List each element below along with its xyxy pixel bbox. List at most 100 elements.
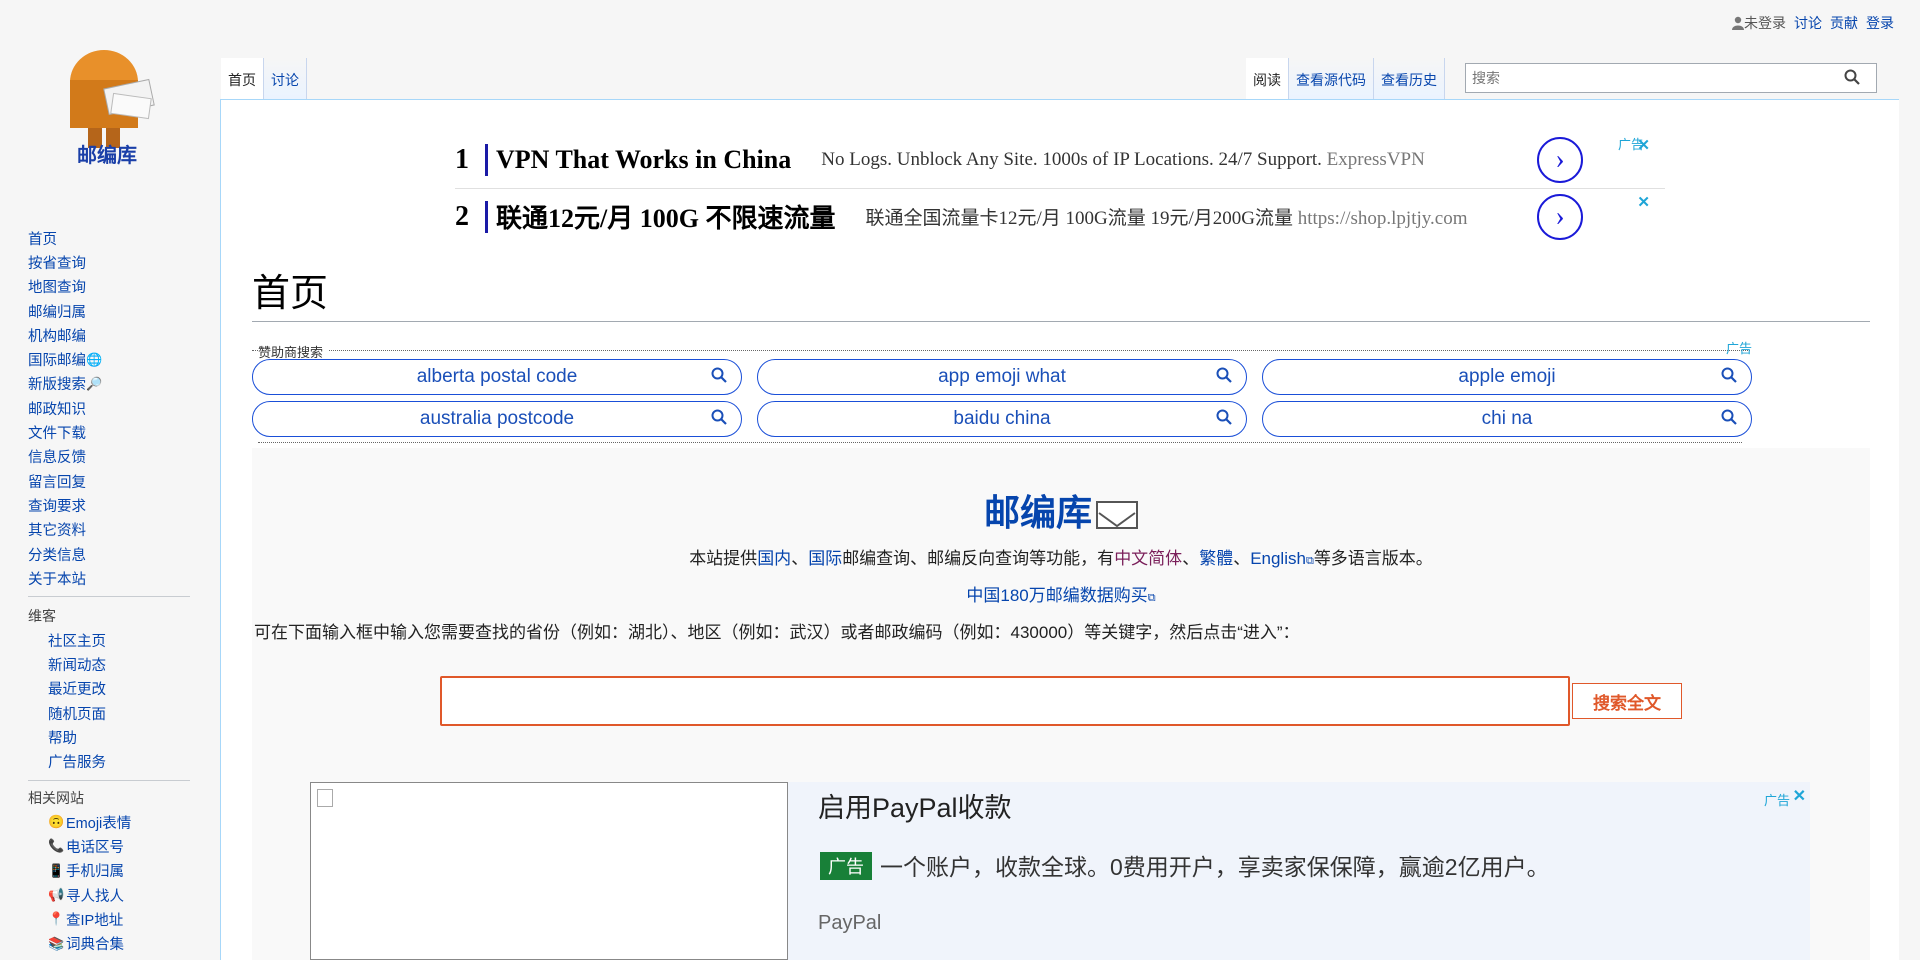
sidebar-nav-item[interactable]: 首页 (28, 226, 104, 250)
mailbox-logo-icon: 邮编库 (70, 50, 155, 167)
sidebar-nav-item[interactable]: 文件下载 (28, 420, 104, 444)
search-icon (711, 409, 727, 425)
ad-close-icon[interactable]: ✕ (1793, 786, 1806, 806)
sidebar-nav-item[interactable]: 信息反馈 (28, 445, 104, 469)
sidebar-related-label: 寻人找人 (66, 888, 124, 905)
sponsor-search-pill[interactable]: baidu china (757, 401, 1247, 437)
sidebar-nav-item[interactable]: 邮编归属 (28, 299, 104, 323)
ad-bar (485, 200, 488, 233)
sidebar-wiki-item[interactable]: 最近更改 (28, 677, 106, 701)
tab-main-page[interactable]: 首页 (221, 58, 264, 100)
ad-badge: 广告 (820, 852, 872, 880)
anon-user: 未登录 (1732, 13, 1786, 33)
sidebar-nav-label: 文件下载 (28, 426, 86, 443)
tab-talk[interactable]: 讨论 (264, 58, 307, 100)
site-logo[interactable]: 邮编库 (52, 24, 162, 174)
buy-line: 中国180万邮编数据购买⧉ (252, 581, 1870, 606)
sidebar-nav-item[interactable]: 关于本站 (28, 566, 104, 590)
ad-close-icon[interactable]: ✕ (1637, 193, 1650, 211)
wiki-heading: 维客 (28, 608, 56, 624)
sidebar-nav-label: 地图查询 (28, 280, 86, 297)
sidebar-nav-label: 邮编归属 (28, 304, 86, 321)
sponsor-search-pill[interactable]: australia postcode (252, 401, 742, 437)
ad-label[interactable]: 广告 (1764, 790, 1790, 809)
sidebar: 邮编库 首页 按省查询地图查询邮编归属机构邮编 国际邮编 🌐 新版搜索 🔎 邮政知识文件下载… (0, 0, 220, 960)
pill-label: app emoji what (938, 366, 1066, 387)
sidebar-nav-item[interactable]: 机构邮编 (28, 323, 104, 347)
sidebar-related-item[interactable]: 📚 词典合集 (28, 931, 131, 955)
ad-label[interactable]: 广告 (1726, 338, 1752, 357)
sidebar-related-item[interactable]: 📍 查IP地址 (28, 907, 131, 931)
sidebar-nav-item[interactable]: 国际邮编 🌐 (28, 347, 104, 371)
sidebar-nav-item[interactable]: 查询要求 (28, 493, 104, 517)
paypal-ad-title[interactable]: 启用PayPal收款 (818, 786, 1012, 825)
postcode-search-input[interactable] (440, 676, 1570, 726)
login-link[interactable]: 登录 (1866, 13, 1894, 33)
sidebar-nav-label: 国际邮编 (28, 353, 86, 370)
ad-go-arrow-icon[interactable]: › (1537, 137, 1583, 183)
tab-view-source[interactable]: 查看源代码 (1289, 58, 1374, 100)
sidebar-wiki-item[interactable]: 广告服务 (28, 749, 106, 773)
ad-description: 联通全国流量卡12元/月 100G流量 19元/月200G流量 https://… (865, 208, 1468, 229)
tab-history[interactable]: 查看历史 (1374, 58, 1445, 100)
sidebar-nav-label: 其它资料 (28, 523, 86, 540)
text-ad-1[interactable]: 1 VPN That Works in China No Logs. Unblo… (455, 132, 1665, 188)
search-icon[interactable] (1844, 69, 1860, 85)
english-link[interactable]: English (1250, 549, 1306, 568)
books-icon: 📚 (48, 935, 65, 951)
paypal-ad[interactable]: 启用PayPal收款 广告 一个账户，收款全球。0费用开户，享卖家保保障，赢逾2… (310, 782, 1810, 960)
domestic-link[interactable]: 国内 (757, 549, 791, 568)
phone-icon: 📞 (48, 838, 65, 854)
sidebar-nav-label: 留言回复 (28, 474, 86, 491)
dotted-divider (258, 442, 1742, 443)
site-title: 邮编库 (252, 484, 1870, 536)
sidebar-nav-item[interactable]: 按省查询 (28, 250, 104, 274)
sidebar-wiki-item[interactable]: 随机页面 (28, 701, 106, 725)
ad-title[interactable]: VPN That Works in China (496, 145, 791, 175)
namespace-tabs: 首页 讨论 (221, 58, 307, 100)
pill-label: apple emoji (1458, 366, 1556, 387)
sponsor-search-pill[interactable]: app emoji what (757, 359, 1247, 395)
data-purchase-link[interactable]: 中国180万邮编数据购买 (966, 586, 1147, 605)
simplified-chinese-link[interactable]: 中文简体 (1114, 549, 1182, 568)
sponsor-search-pill[interactable]: alberta postal code (252, 359, 742, 395)
international-link[interactable]: 国际 (808, 549, 842, 568)
anon-label: 未登录 (1744, 15, 1786, 31)
sidebar-wiki-item[interactable]: 帮助 (28, 725, 106, 749)
svg-text:邮编库: 邮编库 (77, 143, 137, 167)
nav-portal: 首页 按省查询地图查询邮编归属机构邮编 国际邮编 🌐 新版搜索 🔎 邮政知识文件下载信息反馈… (28, 226, 104, 590)
full-text-search-button[interactable]: 搜索全文 (1572, 683, 1682, 719)
sidebar-related-label: Emoji表情 (66, 815, 132, 832)
sidebar-nav-item[interactable]: 新版搜索 🔎 (28, 372, 104, 396)
personal-tools: 未登录 讨论 贡献 登录 (1732, 13, 1894, 33)
sidebar-related-item[interactable]: 📱 手机归属 (28, 859, 131, 883)
emoji-icon: 🙃 (48, 814, 65, 830)
sidebar-wiki-item[interactable]: 新闻动态 (28, 652, 106, 676)
ad-bar (485, 144, 488, 176)
sidebar-nav-item[interactable]: 地图查询 (28, 275, 104, 299)
sidebar-related-item[interactable]: 🙃 Emoji表情 (28, 810, 131, 834)
traditional-chinese-link[interactable]: 繁體 (1199, 549, 1233, 568)
tab-read[interactable]: 阅读 (1246, 58, 1289, 100)
sidebar-nav-item[interactable]: 邮政知识 (28, 396, 104, 420)
sidebar-nav-item[interactable]: 其它资料 (28, 518, 104, 542)
intro-line: 本站提供国内、国际邮编查询、邮编反向查询等功能，有中文简体、繁體、English… (689, 549, 1433, 568)
search-input[interactable] (1466, 64, 1826, 92)
sponsor-search-pill[interactable]: apple emoji (1262, 359, 1752, 395)
sponsor-search-pill[interactable]: chi na (1262, 401, 1752, 437)
sidebar-related-item[interactable]: 📞 电话区号 (28, 834, 131, 858)
ad-number: 1 (455, 144, 469, 175)
talk-link[interactable]: 讨论 (1794, 13, 1822, 33)
search-icon (1721, 409, 1737, 425)
ad-go-arrow-icon[interactable]: › (1537, 193, 1583, 240)
sidebar-wiki-item[interactable]: 社区主页 (28, 628, 106, 652)
sidebar-nav-item[interactable]: 分类信息 (28, 542, 104, 566)
ad-title[interactable]: 联通12元/月 100G 不限速流量 (496, 198, 835, 235)
contributions-link[interactable]: 贡献 (1830, 13, 1858, 33)
sidebar-related-item[interactable]: 📢 寻人找人 (28, 883, 131, 907)
user-icon (1732, 16, 1744, 30)
ad-image[interactable] (310, 782, 788, 960)
sidebar-nav-item[interactable]: 留言回复 (28, 469, 104, 493)
text-ad-2[interactable]: 2 联通12元/月 100G 不限速流量 联通全国流量卡12元/月 100G流量… (455, 188, 1665, 244)
ad-close-icon[interactable]: ✕ (1637, 136, 1650, 154)
